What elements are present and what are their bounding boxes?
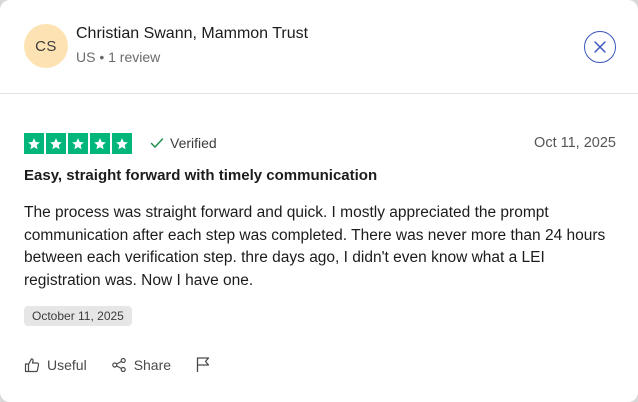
- close-icon: [593, 40, 607, 54]
- date-of-experience: October 11, 2025: [24, 306, 132, 326]
- star-rating: [24, 133, 132, 154]
- flag-icon: [195, 356, 211, 373]
- review-date: Oct 11, 2025: [534, 135, 616, 151]
- share-button[interactable]: Share: [111, 357, 171, 373]
- reviewer-name[interactable]: Christian Swann, Mammon Trust: [76, 25, 308, 43]
- review-actions: Useful Share: [24, 356, 211, 373]
- star-icon: [90, 133, 110, 154]
- modal-header: CS Christian Swann, Mammon Trust US • 1 …: [0, 0, 638, 94]
- reviewer-meta: US • 1 review: [76, 49, 161, 65]
- share-icon: [111, 357, 127, 373]
- star-icon: [68, 133, 88, 154]
- share-label: Share: [133, 356, 172, 373]
- verified-badge[interactable]: Verified: [150, 135, 217, 151]
- report-button[interactable]: [195, 356, 211, 373]
- check-icon: [150, 137, 164, 149]
- close-button[interactable]: [584, 31, 616, 63]
- star-icon: [46, 133, 66, 154]
- useful-button[interactable]: Useful: [24, 357, 87, 373]
- star-icon: [112, 133, 132, 154]
- verified-label: Verified: [170, 135, 217, 151]
- star-icon: [24, 133, 44, 154]
- thumbs-up-icon: [24, 357, 40, 373]
- useful-label: Useful: [47, 356, 87, 373]
- review-title: Easy, straight forward with timely commu…: [24, 167, 378, 184]
- avatar: CS: [24, 24, 68, 68]
- review-body: The process was straight forward and qui…: [24, 204, 606, 289]
- review-modal: CS Christian Swann, Mammon Trust US • 1 …: [0, 0, 638, 402]
